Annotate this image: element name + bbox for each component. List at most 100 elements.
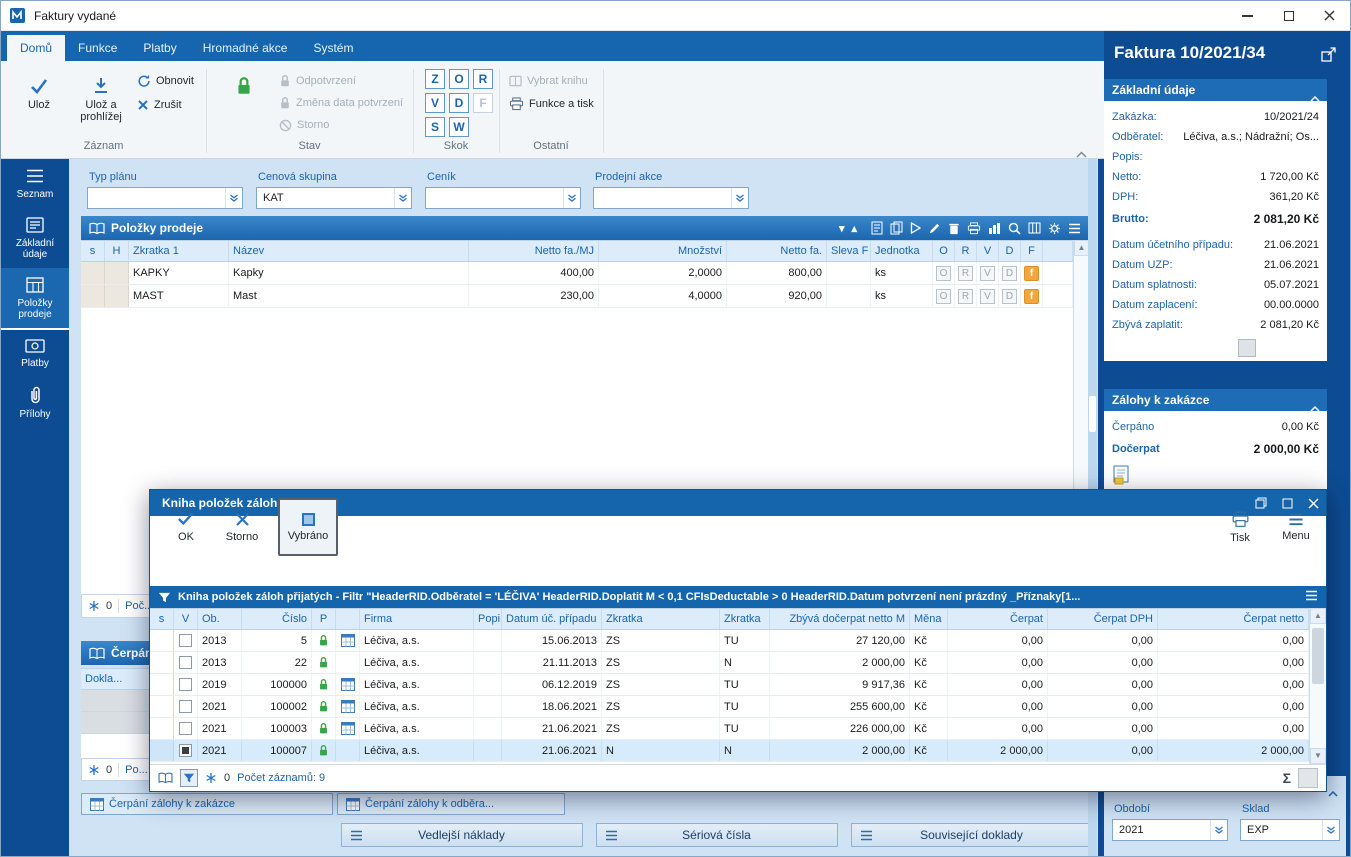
column-header[interactable]: D <box>999 241 1021 261</box>
flag-d[interactable]: D <box>1002 288 1017 304</box>
menu-icon[interactable] <box>1068 220 1081 236</box>
column-header[interactable]: Jednotka <box>871 241 933 261</box>
table-row[interactable]: 2021 100003 Léčiva, a.s. 21.06.2021 ZS T… <box>150 718 1309 740</box>
copy-icon[interactable] <box>890 220 903 236</box>
close-button[interactable] <box>1310 1 1348 30</box>
open-window-icon[interactable] <box>1321 47 1336 67</box>
column-header[interactable]: s <box>81 241 105 261</box>
storno-button[interactable]: Storno <box>214 498 270 556</box>
table-row[interactable]: 2021 100002 Léčiva, a.s. 18.06.2021 ZS T… <box>150 696 1309 718</box>
column-header[interactable]: R <box>955 241 977 261</box>
sidebar-item-seznam[interactable]: Seznam <box>1 159 69 208</box>
select-book-button[interactable]: Vybrat knihu <box>509 71 588 91</box>
column-header[interactable]: H <box>105 241 129 261</box>
sum-icon[interactable]: Σ <box>1283 770 1291 786</box>
flag-o[interactable]: O <box>936 288 951 304</box>
tab-cerpani-zakazka[interactable]: Čerpání zálohy k zakázce <box>81 793 333 815</box>
tab-domu[interactable]: Domů <box>7 35 66 61</box>
save-and-view-button[interactable]: Ulož a prohlížej <box>69 67 133 135</box>
column-header[interactable]: Měna <box>910 609 948 629</box>
functions-print-button[interactable]: Funkce a tisk <box>509 94 594 114</box>
flag-r[interactable]: R <box>958 265 973 281</box>
obdobi-combo[interactable]: 2021 <box>1112 819 1228 841</box>
column-header[interactable]: Netto fa. <box>727 241 827 261</box>
section-header-zakladni-udaje[interactable]: Základní údaje <box>1104 79 1327 102</box>
jump-button-w[interactable]: W <box>449 117 469 137</box>
sidebar-item-polozky-prodeje[interactable]: Položky prodeje <box>1 268 69 330</box>
unconfirm-button[interactable]: Odpotvrzení <box>279 71 356 91</box>
scroll-down-icon[interactable]: ▼ <box>1310 748 1326 764</box>
column-header[interactable]: Název <box>229 241 469 261</box>
tab-system[interactable]: Systém <box>300 35 366 61</box>
column-header[interactable]: Zkratka <box>720 609 770 629</box>
column-header[interactable]: Firma <box>360 609 474 629</box>
column-header[interactable] <box>336 609 360 629</box>
row-checkbox[interactable] <box>179 634 192 647</box>
ok-button[interactable]: OK <box>158 498 214 556</box>
column-header[interactable]: Ob. <box>198 609 242 629</box>
cenova-skupina-combo[interactable]: KAT <box>256 187 412 209</box>
sidebar-item-platby[interactable]: Platby <box>1 330 69 377</box>
row-checkbox[interactable] <box>179 744 192 757</box>
section-header-zalohy[interactable]: Zálohy k zakázce <box>1104 389 1327 412</box>
vedlejsi-naklady-button[interactable]: Vedlejší náklady <box>341 823 583 847</box>
book-icon[interactable] <box>158 772 173 784</box>
cancel-button[interactable]: Zrušit <box>137 95 182 115</box>
save-button[interactable]: Ulož <box>9 67 69 135</box>
cenik-combo[interactable] <box>425 187 581 209</box>
caret-up-icon[interactable]: ▴ <box>851 220 857 236</box>
column-header[interactable]: Čerpat <box>948 609 1048 629</box>
jump-button-s[interactable]: S <box>425 117 445 137</box>
jump-button-v[interactable]: V <box>425 93 445 113</box>
pencil-icon[interactable] <box>928 220 941 236</box>
jump-button-r[interactable]: R <box>473 69 493 89</box>
caret-down-icon[interactable]: ▾ <box>839 220 845 236</box>
advance-document-icon[interactable] <box>1112 465 1132 490</box>
souvisejici-doklady-button[interactable]: Související doklady <box>851 823 1093 847</box>
jump-button-z[interactable]: Z <box>425 69 445 89</box>
row-checkbox[interactable] <box>179 722 192 735</box>
tab-funkce[interactable]: Funkce <box>65 35 130 61</box>
new-document-icon[interactable] <box>871 220 883 236</box>
flag-v[interactable]: V <box>980 288 995 304</box>
printer-icon[interactable] <box>967 220 981 236</box>
columns-icon[interactable] <box>1028 220 1041 236</box>
column-header[interactable]: Množství <box>599 241 727 261</box>
sidebar-item-zakladni-udaje[interactable]: Základní údaje <box>1 208 69 268</box>
tab-cerpani-odberatel[interactable]: Čerpání zálohy k odběra... <box>337 793 565 815</box>
jump-button-o[interactable]: O <box>449 69 469 89</box>
prodejni-akce-combo[interactable] <box>593 187 749 209</box>
menu-icon[interactable] <box>1305 590 1318 604</box>
column-header[interactable]: Čerpat DPH <box>1048 609 1158 629</box>
modal-table-scrollbar[interactable]: ▲ ▼ <box>1309 608 1326 764</box>
tab-platby[interactable]: Platby <box>130 35 189 61</box>
column-header[interactable]: Číslo <box>242 609 312 629</box>
minimize-button[interactable] <box>1228 1 1266 30</box>
column-header[interactable]: Popi <box>474 609 502 629</box>
column-header[interactable]: Čerpat netto <box>1158 609 1309 629</box>
play-icon[interactable] <box>910 220 921 236</box>
scroll-up-icon[interactable]: ▲ <box>1310 608 1326 624</box>
change-confirm-date-button[interactable]: Změna data potvrzení <box>279 93 403 113</box>
menu-button[interactable]: Menu <box>1268 498 1324 556</box>
column-header[interactable]: Zkratka 1 <box>129 241 229 261</box>
flag-o[interactable]: O <box>936 265 951 281</box>
column-header[interactable]: Datum úč. případu <box>502 609 602 629</box>
flag-r[interactable]: R <box>958 288 973 304</box>
detail-button[interactable] <box>1238 339 1256 357</box>
jump-button-d[interactable]: D <box>449 93 469 113</box>
column-header[interactable]: Zkratka <box>602 609 720 629</box>
row-checkbox[interactable] <box>179 678 192 691</box>
table-row[interactable]: 2019 100000 Léčiva, a.s. 06.12.2019 ZS T… <box>150 674 1309 696</box>
confirm-button[interactable] <box>214 67 274 135</box>
table-row[interactable]: KAPKY Kapky 400,00 2,0000 800,00 ks O R … <box>81 262 1073 285</box>
scrollbar-thumb[interactable] <box>1312 628 1324 684</box>
scroll-up-icon[interactable]: ▲ <box>1074 240 1089 256</box>
table-row[interactable]: MAST Mast 230,00 4,0000 920,00 ks O R V … <box>81 285 1073 308</box>
column-header[interactable]: Zbývá dočerpat netto M <box>770 609 910 629</box>
row-checkbox[interactable] <box>179 656 192 669</box>
vybrano-toggle-button[interactable]: Vybráno <box>278 498 338 556</box>
flag-v[interactable]: V <box>980 265 995 281</box>
table-row[interactable]: 2013 22 Léčiva, a.s. 21.11.2013 ZS N 2 0… <box>150 652 1309 674</box>
chart-icon[interactable] <box>988 220 1001 236</box>
